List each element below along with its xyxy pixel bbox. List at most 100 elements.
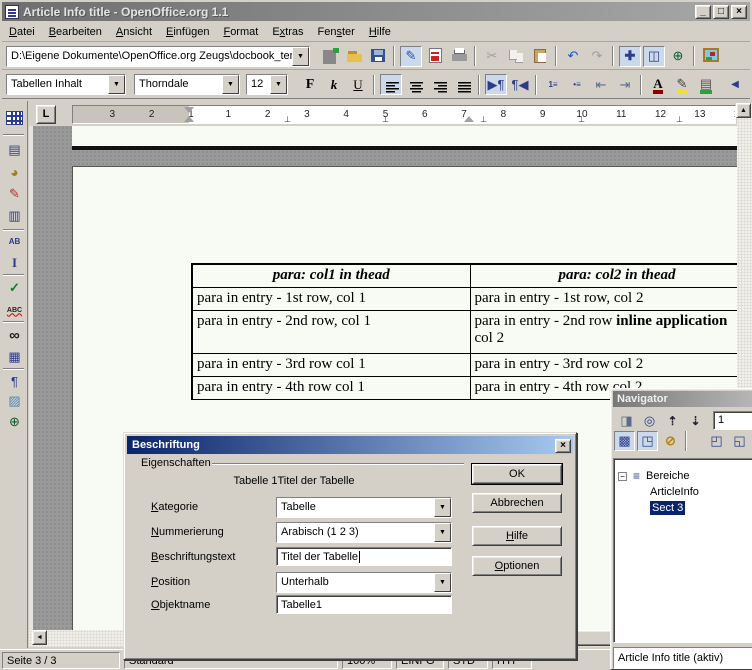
document-table[interactable]: para: col1 in thead para: col2 in thead … xyxy=(191,263,737,400)
stylist-icon[interactable]: ◫ xyxy=(643,46,665,67)
caption-text-input[interactable]: Titel der Tabelle xyxy=(276,547,452,566)
direct-cursor-icon[interactable]: I xyxy=(3,253,26,273)
tree-item-articleinfo[interactable]: ArticleInfo xyxy=(614,484,752,500)
navigator-icon[interactable]: ✚ xyxy=(619,46,641,67)
menu-bearbeiten[interactable]: Bearbeiten xyxy=(42,23,109,41)
menu-extras[interactable]: Extras xyxy=(265,23,310,41)
navigator-tree[interactable]: − ≡ Bereiche ArticleInfo Sect 3 xyxy=(613,458,752,643)
print-icon[interactable] xyxy=(448,46,470,67)
table-row[interactable]: para in entry - 1st row, col 1 para in e… xyxy=(192,287,737,310)
autotext-icon[interactable]: AB xyxy=(3,231,26,251)
paragraph-style-combobox[interactable]: Tabellen Inhalt ▼ xyxy=(6,74,126,95)
graphics-toggle-icon[interactable]: ▨ xyxy=(3,391,26,411)
online-layout-icon[interactable]: ⊕ xyxy=(3,412,26,432)
draw-functions-icon[interactable]: ✎ xyxy=(3,184,26,204)
tree-expander-icon[interactable]: − xyxy=(618,472,627,481)
category-dropdown-button[interactable]: ▼ xyxy=(434,498,451,517)
cell-indent-marker[interactable] xyxy=(464,116,474,122)
align-left-icon[interactable] xyxy=(380,74,402,95)
align-justify-icon[interactable] xyxy=(452,74,474,95)
table-row[interactable]: para in entry - 2nd row, col 1 para in e… xyxy=(192,310,737,353)
increase-indent-icon[interactable]: ⇥ xyxy=(614,74,636,95)
export-pdf-icon[interactable] xyxy=(424,46,446,67)
paste-icon[interactable] xyxy=(529,46,551,67)
tree-item-sect3[interactable]: Sect 3 xyxy=(614,500,752,516)
menu-hilfe[interactable]: Hilfe xyxy=(362,23,398,41)
toolbar-overflow-arrow[interactable]: ◀ xyxy=(724,74,746,95)
menu-fenster[interactable]: Fenster xyxy=(311,23,362,41)
url-combobox[interactable]: D:\Eigene Dokumente\OpenOffice.org Zeugs… xyxy=(6,46,310,67)
table-header-cell[interactable]: para: col2 in thead xyxy=(470,264,737,287)
navigation-icon[interactable]: ◎ xyxy=(639,411,660,431)
find-replace-icon[interactable]: ∞ xyxy=(3,325,26,345)
spellcheck-icon[interactable]: ✓ xyxy=(3,278,26,298)
position-select[interactable]: Unterhalb ▼ xyxy=(276,572,452,593)
font-size-combobox[interactable]: 12 ▼ xyxy=(246,74,288,95)
font-color-icon[interactable]: A xyxy=(647,74,669,95)
selected-tree-item[interactable]: Sect 3 xyxy=(650,501,685,515)
numbering-select[interactable]: Arabisch (1 2 3) ▼ xyxy=(276,522,452,543)
decrease-indent-icon[interactable]: ⇤ xyxy=(590,74,612,95)
help-button[interactable]: Hilfe xyxy=(472,526,562,546)
paragraph-background-icon[interactable]: ▤ xyxy=(695,74,717,95)
new-document-icon[interactable] xyxy=(319,46,341,67)
options-button[interactable]: Optionen xyxy=(472,556,562,576)
copy-icon[interactable] xyxy=(505,46,527,67)
footer-icon[interactable]: ◱ xyxy=(729,431,750,451)
text-direction-rtl-icon[interactable]: ¶◀ xyxy=(509,74,531,95)
header-icon[interactable]: ◰ xyxy=(706,431,727,451)
position-dropdown-button[interactable]: ▼ xyxy=(434,573,451,592)
nonprinting-characters-icon[interactable]: ¶ xyxy=(3,371,26,391)
text-direction-ltr-icon[interactable]: ▶¶ xyxy=(485,74,507,95)
numbering-dropdown-button[interactable]: ▼ xyxy=(434,523,451,542)
underline-icon[interactable]: U xyxy=(347,74,369,95)
cut-icon[interactable]: ✂ xyxy=(481,46,503,67)
navigator-title-bar[interactable]: Navigator xyxy=(613,391,752,407)
ok-button[interactable]: OK xyxy=(472,464,562,484)
scroll-left-button[interactable]: ◄ xyxy=(32,630,47,645)
navigator-document-list[interactable]: Article Info title (aktiv) xyxy=(613,647,752,669)
dialog-close-button[interactable]: × xyxy=(555,439,571,453)
italic-icon[interactable]: k xyxy=(323,74,345,95)
undo-icon[interactable]: ↶ xyxy=(562,46,584,67)
url-dropdown-button[interactable]: ▼ xyxy=(292,47,309,66)
insert-object-icon[interactable]: ◕ xyxy=(3,162,26,182)
save-icon[interactable] xyxy=(367,46,389,67)
anchor-icon[interactable]: ⊘ xyxy=(660,431,681,451)
open-icon[interactable] xyxy=(343,46,365,67)
table-header-cell[interactable]: para: col1 in thead xyxy=(192,264,470,287)
font-dropdown-button[interactable]: ▼ xyxy=(222,75,239,94)
maximize-button[interactable]: □ xyxy=(713,5,729,19)
table-row[interactable]: para in entry - 3rd row col 1 para in en… xyxy=(192,353,737,376)
drag-mode-icon[interactable]: ◳ xyxy=(637,431,658,451)
size-dropdown-button[interactable]: ▼ xyxy=(270,75,287,94)
indent-marker-bottom[interactable] xyxy=(184,116,194,122)
menu-datei[interactable]: Datei xyxy=(2,23,42,41)
bullets-icon[interactable]: •≡ xyxy=(566,74,588,95)
category-select[interactable]: Tabelle ▼ xyxy=(276,497,452,518)
close-button[interactable]: × xyxy=(731,5,747,19)
indent-marker-top[interactable] xyxy=(184,107,194,113)
insert-icon[interactable]: ▤ xyxy=(3,140,26,160)
menu-einfuegen[interactable]: Einfügen xyxy=(159,23,216,41)
style-dropdown-button[interactable]: ▼ xyxy=(108,75,125,94)
object-name-input[interactable]: Tabelle1 xyxy=(276,595,452,614)
toggle-icon[interactable]: ◨ xyxy=(616,411,637,431)
next-object-icon[interactable]: ⇣ xyxy=(685,411,706,431)
font-name-combobox[interactable]: Thorndale ▼ xyxy=(134,74,240,95)
table-header-row[interactable]: para: col1 in thead para: col2 in thead xyxy=(192,264,737,287)
align-center-icon[interactable] xyxy=(404,74,426,95)
horizontal-ruler[interactable]: 321 1234567891011121314 ⊥ ⊥ ⊥ ⊥ ⊥ xyxy=(72,105,736,124)
form-functions-icon[interactable]: ▥ xyxy=(3,206,26,226)
numbering-icon[interactable]: 1≡ xyxy=(542,74,564,95)
autospellcheck-icon[interactable]: ABC xyxy=(3,300,26,320)
content-view-icon[interactable]: ▩ xyxy=(614,431,635,451)
status-page[interactable]: Seite 3 / 3 xyxy=(2,652,120,669)
scroll-up-button[interactable]: ▲ xyxy=(736,103,751,118)
edit-file-icon[interactable]: ✎ xyxy=(400,46,422,67)
redo-icon[interactable]: ↷ xyxy=(586,46,608,67)
menu-format[interactable]: Format xyxy=(216,23,265,41)
insert-table-icon[interactable] xyxy=(3,108,26,128)
tab-type-selector[interactable]: L xyxy=(36,105,56,124)
highlighting-icon[interactable]: ✎ xyxy=(671,74,693,95)
